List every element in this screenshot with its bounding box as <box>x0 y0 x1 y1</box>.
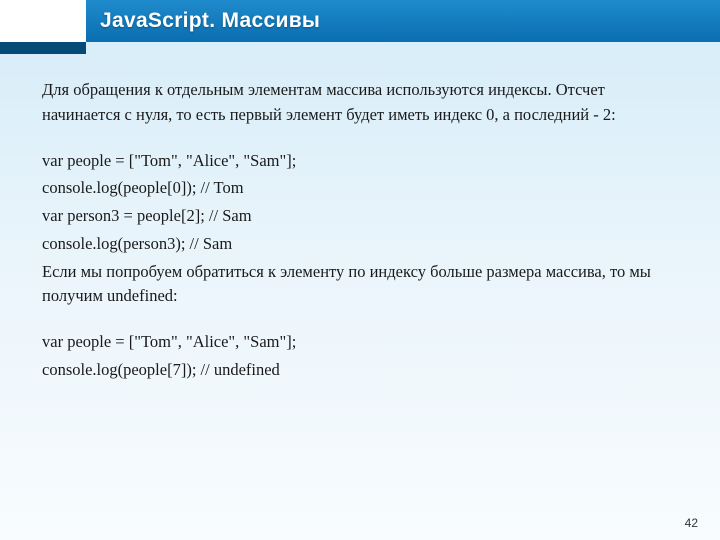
header-accent-box <box>0 0 86 42</box>
slide-content: Для обращения к отдельным элементам масс… <box>0 54 720 383</box>
paragraph-intro: Для обращения к отдельным элементам масс… <box>42 78 678 128</box>
slide-title: JavaScript. Массивы <box>100 9 320 33</box>
header-title-bar: JavaScript. Массивы <box>86 0 720 42</box>
code-line: console.log(people[0]); // Tom <box>42 176 678 201</box>
slide-header: JavaScript. Массивы <box>0 0 720 54</box>
page-number: 42 <box>685 516 698 530</box>
paragraph-undefined: Если мы попробуем обратиться к элементу … <box>42 260 678 310</box>
code-line: console.log(person3); // Sam <box>42 232 678 257</box>
code-line: console.log(people[7]); // undefined <box>42 358 678 383</box>
code-line: var person3 = people[2]; // Sam <box>42 204 678 229</box>
code-line: var people = ["Tom", "Alice", "Sam"]; <box>42 149 678 174</box>
code-line: var people = ["Tom", "Alice", "Sam"]; <box>42 330 678 355</box>
header-accent-underline <box>0 42 86 54</box>
